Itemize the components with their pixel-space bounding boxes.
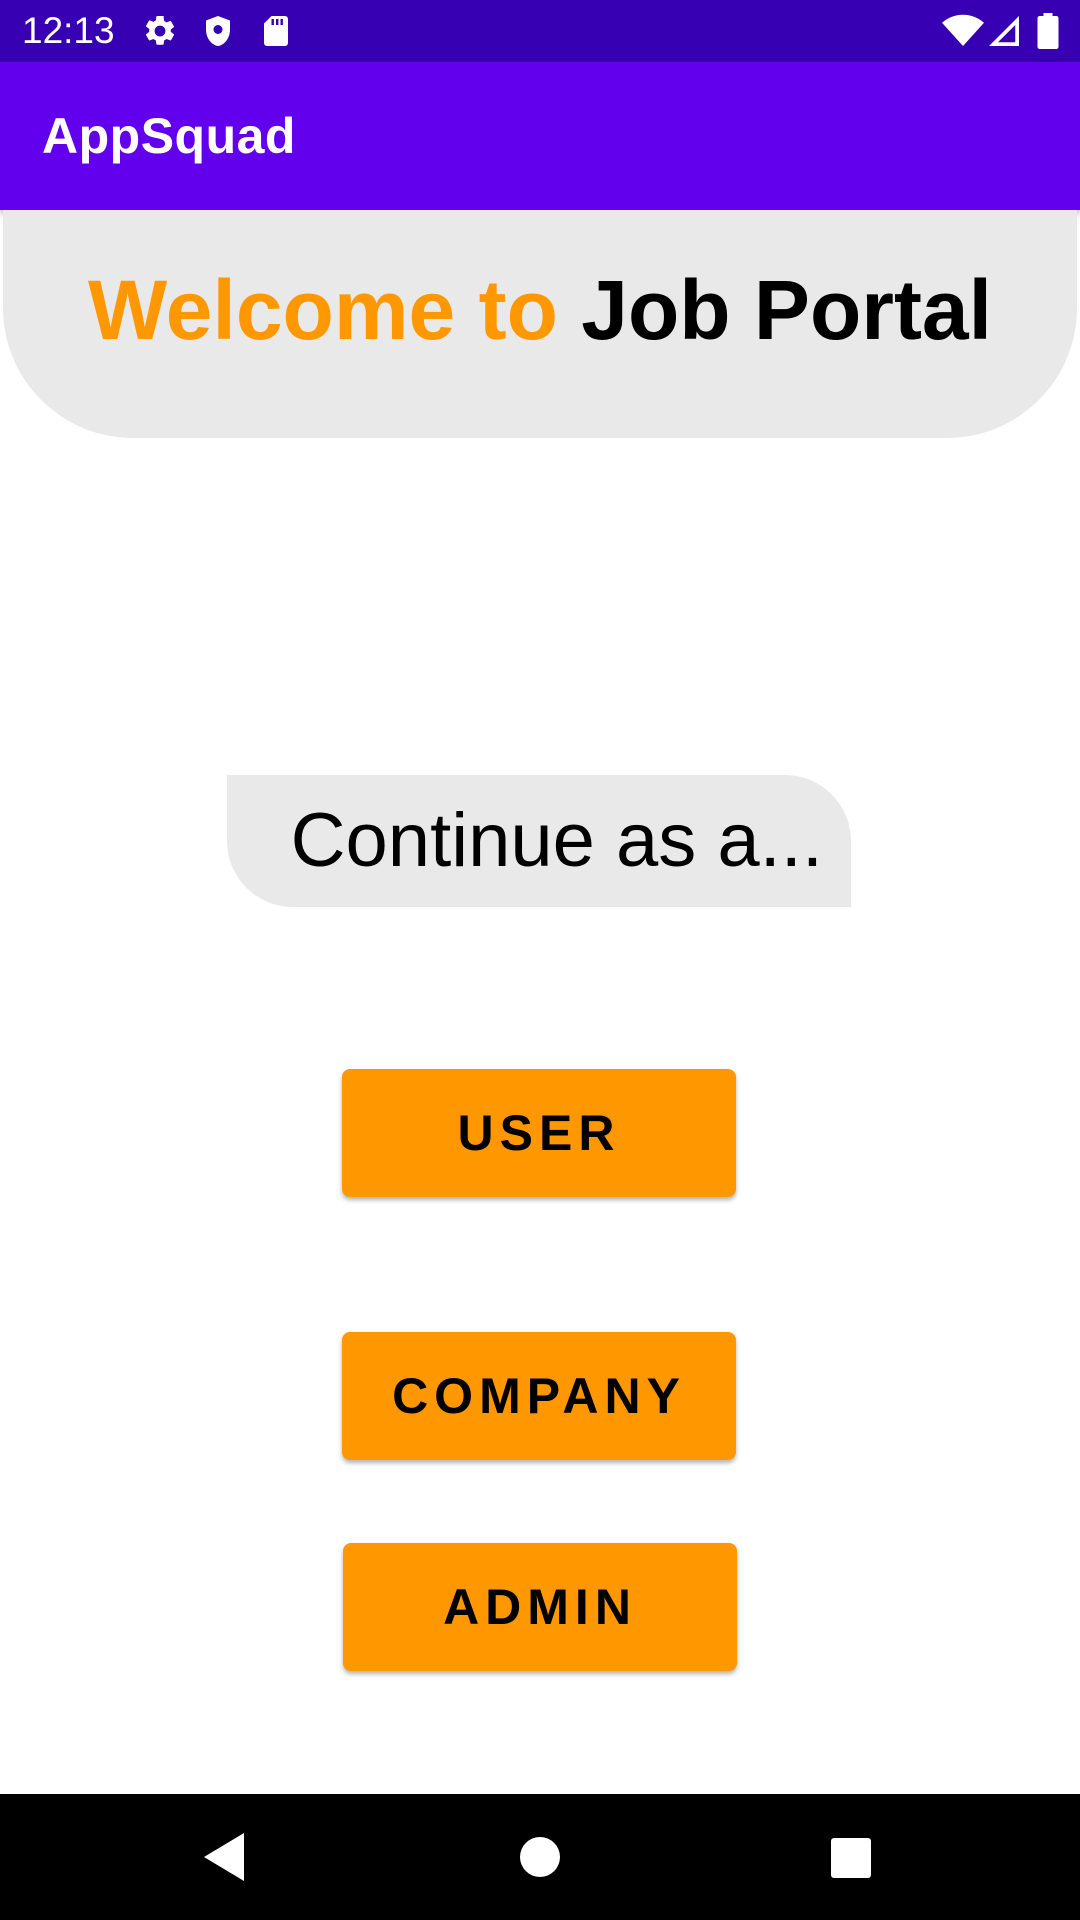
wifi-icon: [942, 13, 984, 49]
shield-icon: [200, 13, 236, 49]
gear-icon: [142, 13, 178, 49]
status-bar: 12:13: [0, 0, 1080, 62]
sd-card-icon: [258, 13, 294, 49]
navigation-bar: [0, 1794, 1080, 1920]
app-title: AppSquad: [42, 108, 296, 164]
continue-prompt-text: Continue as a...: [290, 798, 823, 883]
home-icon[interactable]: [510, 1827, 570, 1887]
user-button[interactable]: USER: [342, 1069, 736, 1197]
signal-icon: [986, 13, 1022, 49]
welcome-banner: Welcome to Job Portal: [3, 210, 1077, 438]
battery-icon: [1036, 13, 1060, 49]
app-bar: AppSquad: [0, 62, 1080, 210]
status-time: 12:13: [22, 10, 115, 51]
portal-name: Job Portal: [581, 263, 992, 357]
welcome-prefix: Welcome to: [88, 263, 558, 357]
admin-button[interactable]: ADMIN: [343, 1543, 737, 1671]
back-icon[interactable]: [196, 1827, 256, 1887]
welcome-heading: Welcome to Job Portal: [3, 262, 1077, 358]
continue-prompt-bubble: Continue as a...: [227, 775, 851, 907]
screen: 12:13 AppSquad Welcome to Job Portal Con…: [0, 0, 1080, 1920]
recents-icon[interactable]: [820, 1827, 880, 1887]
company-button[interactable]: COMPANY: [342, 1332, 736, 1460]
